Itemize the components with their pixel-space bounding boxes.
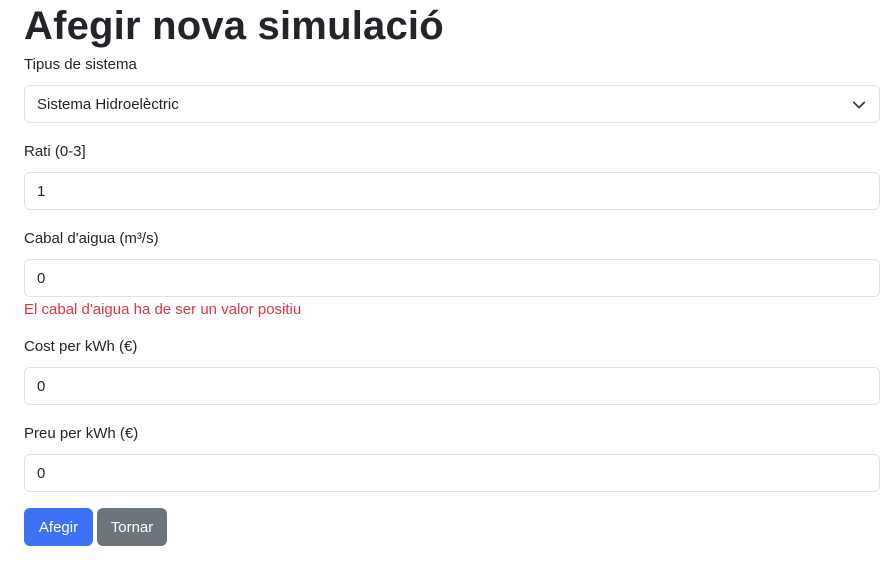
chevron-down-icon: [852, 101, 866, 109]
simulation-form-page: Afegir nova simulació Tipus de sistema S…: [24, 0, 880, 546]
cabal-field: Cabal d'aigua (m³/s) 0 El cabal d'aigua …: [24, 230, 880, 319]
cost-value: 0: [37, 377, 46, 395]
rati-label: Rati (0-3]: [24, 143, 86, 160]
system-type-value: Sistema Hidroelèctric: [37, 95, 179, 113]
page-title: Afegir nova simulació: [24, 4, 444, 48]
back-button[interactable]: Tornar: [97, 508, 167, 546]
preu-label: Preu per kWh (€): [24, 425, 139, 442]
preu-field: Preu per kWh (€) 0: [24, 425, 880, 492]
cost-input[interactable]: 0: [24, 367, 880, 405]
cost-label: Cost per kWh (€): [24, 338, 138, 355]
rati-input[interactable]: 1: [24, 172, 880, 210]
cabal-input[interactable]: 0: [24, 259, 880, 297]
preu-value: 0: [37, 464, 46, 482]
preu-input[interactable]: 0: [24, 454, 880, 492]
cabal-label: Cabal d'aigua (m³/s): [24, 230, 159, 247]
cost-field: Cost per kWh (€) 0: [24, 338, 880, 405]
cabal-error-message: El cabal d'aigua ha de ser un valor posi…: [24, 301, 302, 318]
form-actions: Afegir Tornar: [24, 508, 880, 546]
rati-value: 1: [37, 182, 46, 200]
cabal-value: 0: [37, 269, 46, 287]
system-type-label: Tipus de sistema: [24, 56, 137, 73]
rati-field: Rati (0-3] 1: [24, 143, 880, 210]
add-button[interactable]: Afegir: [24, 508, 93, 546]
system-type-select[interactable]: Sistema Hidroelèctric: [24, 85, 880, 123]
system-type-field: Tipus de sistema Sistema Hidroelèctric: [24, 56, 880, 123]
